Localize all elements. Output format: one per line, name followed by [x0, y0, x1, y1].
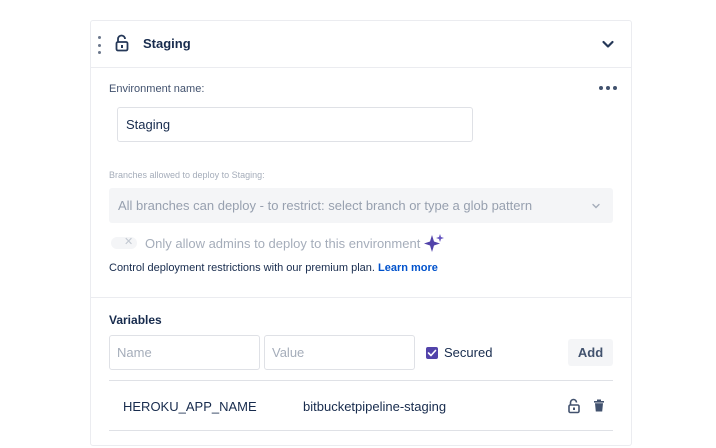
environment-card: Staging Environment name: Staging Branch… [90, 20, 632, 446]
branch-select-placeholder: All branches can deploy - to restrict: s… [118, 198, 533, 213]
environment-settings: Environment name: Staging Branches allow… [91, 69, 631, 297]
chevron-down-icon[interactable] [600, 36, 616, 52]
premium-notice: Control deployment restrictions with our… [109, 262, 438, 274]
branch-select[interactable]: All branches can deploy - to restrict: s… [109, 188, 613, 223]
drag-handle-icon[interactable] [96, 36, 102, 54]
add-variable-button[interactable]: Add [568, 339, 613, 366]
admin-only-toggle[interactable]: ✕ [111, 236, 137, 249]
environment-name-input[interactable]: Staging [117, 107, 473, 142]
unlock-icon[interactable] [567, 398, 581, 414]
checkmark-icon [427, 349, 437, 357]
variable-row: HEROKU_APP_NAME bitbucketpipeline-stagin… [109, 380, 613, 431]
variable-row-value: bitbucketpipeline-staging [303, 399, 447, 414]
branches-label: Branches allowed to deploy to Staging: [109, 170, 265, 180]
environment-name-label: Environment name: [109, 83, 205, 95]
learn-more-link[interactable]: Learn more [378, 262, 438, 274]
secured-label: Secured [444, 345, 493, 360]
environment-title: Staging [143, 36, 191, 51]
variable-row-name: HEROKU_APP_NAME [123, 399, 257, 414]
more-icon[interactable] [599, 81, 621, 95]
admin-only-label: Only allow admins to deploy to this envi… [145, 236, 421, 251]
section-divider [91, 297, 631, 298]
variable-value-input[interactable]: Value [264, 335, 415, 370]
chevron-down-icon [592, 203, 600, 209]
variables-title: Variables [109, 313, 162, 327]
premium-text: Control deployment restrictions with our… [109, 262, 375, 274]
toggle-off-icon: ✕ [124, 236, 134, 248]
variable-name-input[interactable]: Name [109, 335, 260, 370]
environment-header[interactable]: Staging [91, 21, 631, 68]
secured-checkbox[interactable] [426, 347, 438, 359]
unlock-icon[interactable] [114, 34, 130, 52]
trash-icon[interactable] [593, 399, 605, 412]
sparkle-icon [424, 234, 444, 252]
